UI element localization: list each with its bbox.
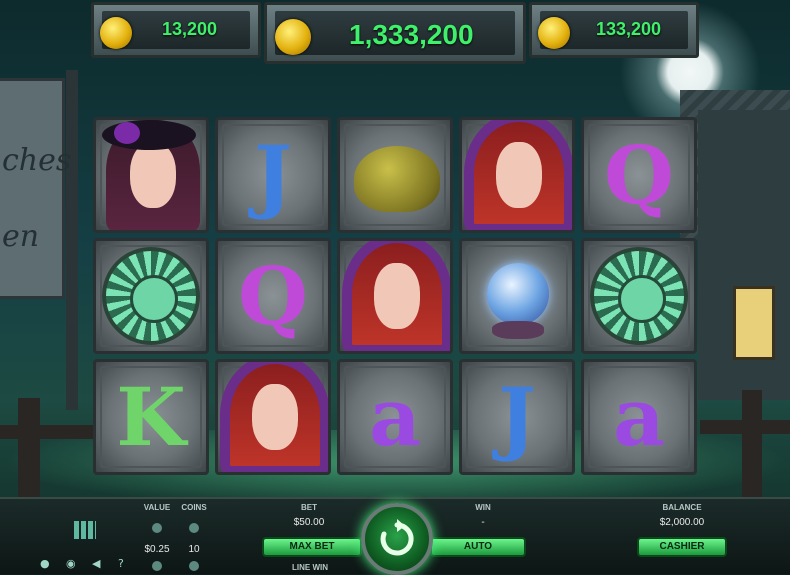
fence-rail-left xyxy=(0,425,96,439)
symbol-j: J xyxy=(459,359,575,475)
symbol-witch-red xyxy=(215,359,331,475)
value-up-button[interactable] xyxy=(152,523,162,533)
letter-j: J xyxy=(254,128,292,222)
coin-icon xyxy=(275,19,311,55)
value-down-button[interactable] xyxy=(152,561,162,571)
witches-den-sign: ches en xyxy=(0,78,72,299)
counter-left: 13,200 xyxy=(91,2,261,58)
win-display: - xyxy=(481,517,485,528)
coins-label: COINS xyxy=(181,503,207,512)
sign-text-line1: ches xyxy=(2,143,72,178)
counter-center-value: 1,333,200 xyxy=(349,19,474,50)
symbol-a: a xyxy=(581,359,697,475)
counter-left-value: 13,200 xyxy=(162,19,218,39)
symbol-witch-red xyxy=(459,117,575,233)
letter-q: Q xyxy=(238,249,308,343)
paytable-icon[interactable] xyxy=(74,521,96,539)
sign-post xyxy=(66,70,78,410)
symbol-k: K xyxy=(93,359,209,475)
counter-right-value: 133,200 xyxy=(596,19,662,39)
symbol-witch-dark xyxy=(93,117,209,233)
rose-icon xyxy=(114,122,140,144)
fence-post-right xyxy=(742,390,762,498)
counter-center: 1,333,200 xyxy=(264,2,526,64)
symbol-pentacle xyxy=(93,238,209,354)
symbol-toad xyxy=(337,117,453,233)
balance-label: BALANCE xyxy=(662,503,702,512)
pentacle-icon xyxy=(590,247,688,345)
letter-q: Q xyxy=(604,128,674,222)
spin-button[interactable] xyxy=(361,503,433,575)
max-bet-button[interactable]: MAX BET xyxy=(262,537,362,557)
sound-icon[interactable]: ◀ xyxy=(92,557,100,570)
letter-a: a xyxy=(369,370,421,464)
letter-j: J xyxy=(498,370,536,464)
fence-post-left xyxy=(18,398,40,498)
value-display: $0.25 xyxy=(144,544,170,555)
refresh-icon xyxy=(380,519,414,556)
symbol-a: a xyxy=(337,359,453,475)
symbol-witch-red xyxy=(337,238,453,354)
balance-display: $2,000.00 xyxy=(659,517,705,528)
toad-icon xyxy=(354,146,440,212)
win-label: WIN xyxy=(475,503,491,512)
reels-grid: J Q Q K a J a xyxy=(93,117,699,475)
coin-icon xyxy=(538,17,570,49)
value-label: VALUE xyxy=(143,503,171,512)
line-win-label: LINE WIN xyxy=(292,563,328,572)
symbol-pentacle xyxy=(581,238,697,354)
bet-display: $50.00 xyxy=(293,517,325,528)
help-icon[interactable]: ? xyxy=(118,557,124,570)
symbol-q: Q xyxy=(215,238,331,354)
chat-icon[interactable]: ● xyxy=(40,557,50,570)
coin-icon xyxy=(100,17,132,49)
crystal-ball-icon xyxy=(487,263,549,325)
coins-up-button[interactable] xyxy=(189,523,199,533)
counter-right: 133,200 xyxy=(529,2,699,58)
symbol-q: Q xyxy=(581,117,697,233)
pentacle-icon xyxy=(102,247,200,345)
cashier-button[interactable]: CASHIER xyxy=(637,537,727,557)
fence-rail-right xyxy=(700,420,790,434)
settings-icon[interactable]: ◉ xyxy=(66,557,76,570)
symbol-crystal-ball xyxy=(459,238,575,354)
letter-k: K xyxy=(116,370,186,464)
house-window xyxy=(733,286,775,360)
coins-down-button[interactable] xyxy=(189,561,199,571)
symbol-j: J xyxy=(215,117,331,233)
bet-label: BET xyxy=(301,503,317,512)
letter-a: a xyxy=(613,370,665,464)
coins-display: 10 xyxy=(188,544,200,555)
auto-button[interactable]: AUTO xyxy=(430,537,526,557)
sign-text-line2: en xyxy=(2,219,40,254)
